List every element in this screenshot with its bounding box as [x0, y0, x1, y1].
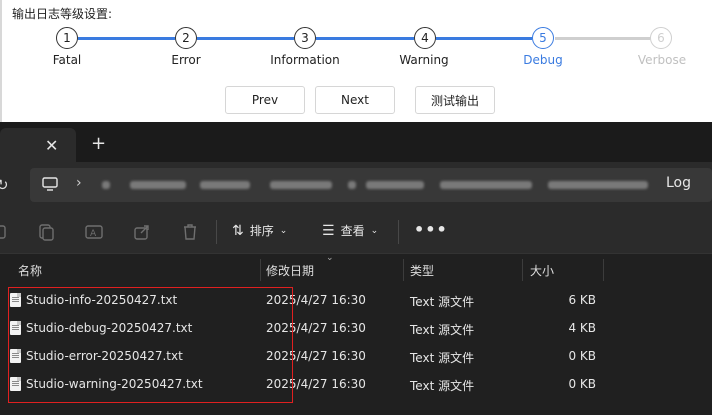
- svg-text:A: A: [90, 229, 97, 239]
- step-connector: [197, 37, 294, 40]
- cut-icon[interactable]: [0, 222, 12, 242]
- step-2-circle[interactable]: 2: [175, 27, 197, 49]
- refresh-icon[interactable]: ↻: [0, 176, 9, 194]
- step-connector: [555, 37, 650, 40]
- step-5-label: Debug: [523, 53, 563, 67]
- rename-icon[interactable]: A: [84, 222, 104, 242]
- blurred-path-segment: [130, 181, 186, 189]
- view-button[interactable]: ☰ 查看 ⌄: [322, 222, 378, 239]
- test-output-button[interactable]: 测试输出: [415, 86, 495, 114]
- chevron-down-icon: ⌄: [279, 225, 288, 236]
- step-connector: [316, 37, 414, 40]
- monitor-icon: [42, 177, 58, 191]
- column-separator[interactable]: [522, 259, 523, 281]
- highlight-box: [8, 287, 293, 403]
- step-6-circle[interactable]: 6: [650, 27, 672, 49]
- file-type: Text 源文件: [410, 295, 475, 309]
- column-type[interactable]: 类型: [410, 262, 434, 279]
- command-toolbar: A ⇅ 排序 ⌄ ☰ 查看 ⌄ •••: [0, 210, 712, 254]
- settings-label: 输出日志等级设置:: [12, 7, 113, 21]
- blurred-path-segment: [548, 181, 648, 189]
- step-5-circle[interactable]: 5: [532, 27, 554, 49]
- file-size: 4 KB: [568, 321, 596, 335]
- copy-icon[interactable]: [36, 222, 56, 242]
- step-3-label: Information: [270, 53, 340, 67]
- blurred-path-segment: [348, 181, 356, 189]
- toolbar-separator: [398, 220, 399, 244]
- step-4-label: Warning: [399, 53, 449, 67]
- log-level-settings-panel: 输出日志等级设置: 1 2 3 4 5 6 Fatal Error Inform…: [0, 0, 712, 122]
- blurred-path-segment: [200, 181, 250, 189]
- chevron-right-icon: ›: [76, 175, 82, 191]
- active-tab[interactable]: ✕: [0, 128, 76, 162]
- more-options-icon[interactable]: •••: [414, 220, 448, 239]
- address-row: ↻ › Log: [0, 162, 712, 210]
- address-bar[interactable]: › Log: [30, 168, 712, 202]
- tab-bar: ✕ +: [0, 122, 712, 162]
- next-button[interactable]: Next: [315, 86, 395, 114]
- sort-button[interactable]: ⇅ 排序 ⌄: [232, 222, 287, 239]
- prev-button[interactable]: Prev: [225, 86, 305, 114]
- sort-caret-icon: ⌄: [326, 253, 334, 263]
- view-icon: ☰: [322, 222, 335, 239]
- close-icon[interactable]: ✕: [45, 136, 58, 155]
- blurred-path-segment: [102, 181, 110, 189]
- column-modified[interactable]: 修改日期: [266, 262, 314, 279]
- column-separator[interactable]: [260, 259, 261, 281]
- sort-icon: ⇅: [232, 222, 244, 239]
- step-1-label: Fatal: [52, 53, 82, 67]
- file-type: Text 源文件: [410, 323, 475, 337]
- step-4-circle[interactable]: 4: [414, 27, 436, 49]
- file-size: 0 KB: [568, 349, 596, 363]
- file-type: Text 源文件: [410, 379, 475, 393]
- column-separator[interactable]: [603, 259, 604, 281]
- column-name[interactable]: 名称: [18, 262, 42, 279]
- plus-icon[interactable]: +: [91, 133, 106, 154]
- step-3-circle[interactable]: 3: [294, 27, 316, 49]
- blurred-path-segment: [270, 181, 332, 189]
- blurred-path-segment: [440, 181, 532, 189]
- blurred-path-segment: [366, 181, 424, 189]
- step-6-label: Verbose: [637, 53, 687, 67]
- column-size[interactable]: 大小: [530, 262, 554, 279]
- delete-icon[interactable]: [180, 222, 200, 242]
- step-connector: [78, 37, 175, 40]
- file-type: Text 源文件: [410, 351, 475, 365]
- sort-label: 排序: [249, 224, 274, 238]
- view-label: 查看: [340, 224, 365, 238]
- toolbar-separator: [216, 220, 217, 244]
- column-separator[interactable]: [403, 259, 404, 281]
- file-size: 0 KB: [568, 377, 596, 391]
- column-header-row: 名称 ⌄ 修改日期 类型 大小: [0, 253, 712, 283]
- address-current-folder[interactable]: Log: [666, 175, 691, 191]
- share-icon[interactable]: [132, 222, 152, 242]
- chevron-down-icon: ⌄: [370, 225, 379, 236]
- file-explorer-window: ✕ + ↻ › Log A ⇅ 排序 ⌄ ☰ 查看 ⌄ ••• 名称 ⌄ 修改日…: [0, 122, 712, 415]
- step-connector: [436, 37, 532, 40]
- step-1-circle[interactable]: 1: [56, 27, 78, 49]
- file-size: 6 KB: [568, 293, 596, 307]
- step-2-label: Error: [171, 53, 201, 67]
